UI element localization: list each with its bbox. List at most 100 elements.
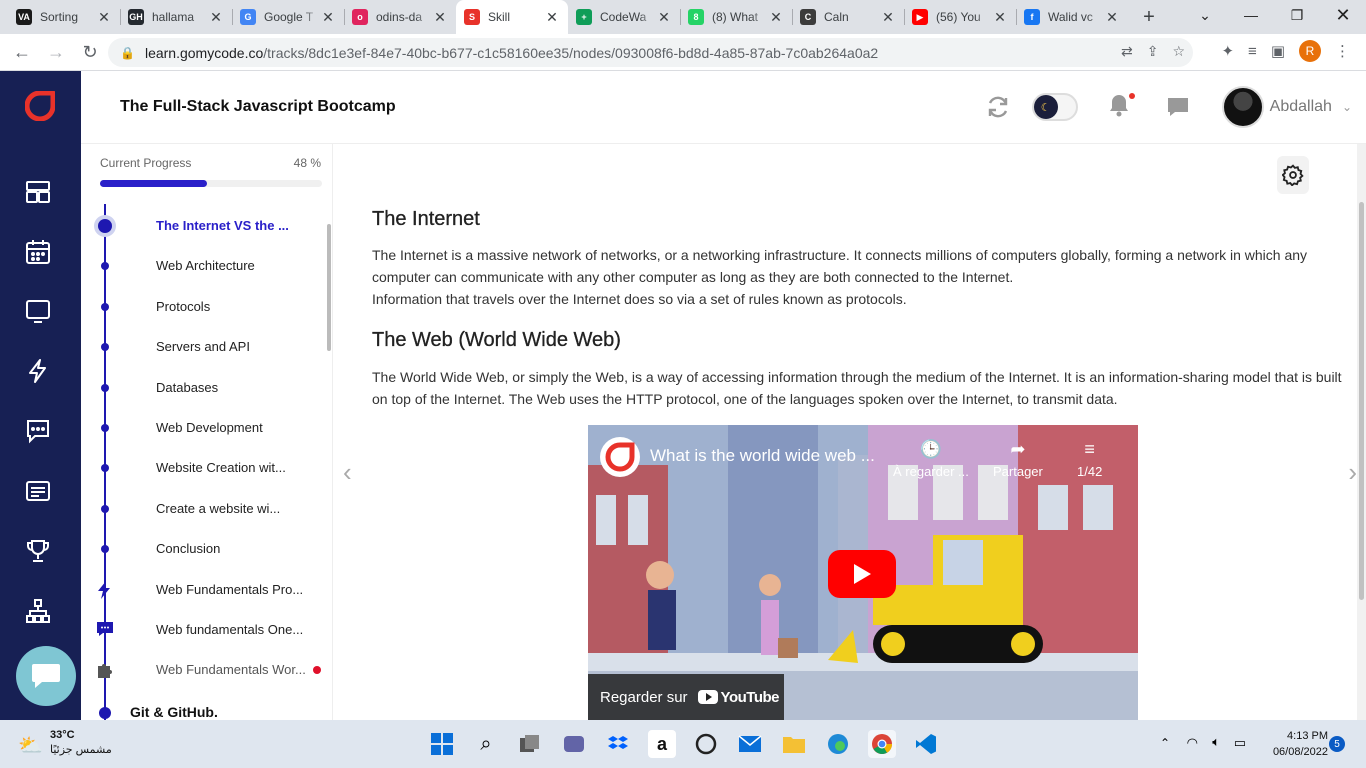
browser-tab[interactable]: S Skill ✕ — [456, 0, 568, 34]
teams-chat-icon[interactable] — [560, 730, 588, 758]
side-panel-icon[interactable]: ▣ — [1271, 42, 1285, 60]
settings-button[interactable] — [1277, 156, 1309, 194]
tab-close-icon[interactable]: ✕ — [544, 9, 560, 26]
tab-close-icon[interactable]: ✕ — [96, 9, 112, 26]
search-icon[interactable]: ⌕ — [472, 730, 500, 758]
tab-search-icon[interactable]: ⌄ — [1182, 0, 1228, 30]
play-button[interactable] — [828, 550, 896, 598]
user-avatar[interactable] — [1221, 86, 1264, 128]
video-title[interactable]: What is the world wide web ... — [650, 446, 875, 466]
share-icon[interactable]: ⇪ — [1147, 43, 1159, 60]
chevron-down-icon[interactable]: ⌄ — [1342, 100, 1352, 114]
trophy-icon[interactable] — [24, 537, 52, 565]
tab-close-icon[interactable]: ✕ — [656, 9, 672, 26]
browser-tab[interactable]: VA Sorting ✕ — [8, 0, 120, 34]
chat-icon[interactable] — [24, 417, 52, 445]
user-name[interactable]: Abdallah — [1270, 98, 1332, 116]
gomycode-logo[interactable] — [25, 91, 55, 121]
chevron-up-icon[interactable]: ⌃ — [1160, 736, 1170, 750]
notification-badge[interactable]: 5 — [1329, 736, 1345, 752]
close-window-button[interactable]: ✕ — [1320, 0, 1366, 30]
dropbox-icon[interactable] — [604, 730, 632, 758]
tab-close-icon[interactable]: ✕ — [1104, 9, 1120, 26]
tab-close-icon[interactable]: ✕ — [880, 9, 896, 26]
browser-tab[interactable]: o odins-da ✕ — [344, 0, 456, 34]
battery-icon[interactable]: ▭ — [1234, 735, 1246, 751]
file-explorer-icon[interactable] — [780, 730, 808, 758]
weather-widget[interactable]: ⛅ 33°C مشمس جزئيًا — [18, 729, 112, 757]
lesson-item[interactable]: Protocols — [81, 287, 323, 327]
browser-tab[interactable]: 8 (8) What ✕ — [680, 0, 792, 34]
lesson-item[interactable]: The Internet VS the ... — [81, 206, 323, 246]
sidebar-scrollbar[interactable] — [327, 224, 331, 351]
lesson-item[interactable]: Servers and API — [81, 327, 323, 367]
amazon-icon[interactable]: a — [648, 730, 676, 758]
wifi-icon[interactable]: ◠ — [1187, 735, 1198, 751]
browser-tab[interactable]: + CodeWa ✕ — [568, 0, 680, 34]
playlist-button[interactable]: ≡ 1/42 — [1077, 439, 1102, 479]
lesson-item[interactable]: Web Architecture — [81, 246, 323, 286]
tab-close-icon[interactable]: ✕ — [992, 9, 1008, 26]
calendar-icon[interactable] — [24, 238, 52, 266]
menu-icon[interactable]: ⋮ — [1335, 42, 1350, 60]
next-arrow-icon[interactable]: › — [1348, 457, 1357, 488]
lesson-item[interactable]: Web Fundamentals Pro... — [81, 570, 323, 610]
translate-icon[interactable]: ⇄ — [1121, 43, 1133, 60]
section-git-github[interactable]: Git & GitHub. — [130, 704, 218, 720]
lesson-item[interactable]: Databases — [81, 368, 323, 408]
refresh-icon[interactable] — [986, 95, 1010, 119]
minimize-button[interactable]: — — [1228, 0, 1274, 30]
notifications-button[interactable] — [1108, 92, 1135, 122]
support-chat-button[interactable] — [16, 646, 76, 706]
lock-icon[interactable]: 🔒 — [120, 46, 135, 60]
watch-on-youtube-button[interactable]: Regarder sur YouTube — [588, 674, 784, 720]
maximize-button[interactable]: ❐ — [1274, 0, 1320, 30]
channel-logo[interactable] — [599, 436, 641, 478]
lesson-item[interactable]: Conclusion — [81, 529, 323, 569]
tab-close-icon[interactable]: ✕ — [208, 9, 224, 26]
profile-avatar[interactable]: R — [1299, 40, 1321, 62]
messages-icon[interactable] — [1166, 96, 1190, 118]
vscode-icon[interactable] — [912, 730, 940, 758]
hierarchy-icon[interactable] — [24, 597, 52, 625]
browser-tab[interactable]: GH hallama ✕ — [120, 0, 232, 34]
browser-tab[interactable]: G Google T ✕ — [232, 0, 344, 34]
task-view-icon[interactable] — [516, 730, 544, 758]
document-icon[interactable] — [24, 477, 52, 505]
new-tab-button[interactable]: + — [1134, 0, 1164, 34]
forward-button[interactable]: → — [40, 36, 72, 68]
app-circle-icon[interactable] — [692, 730, 720, 758]
dark-mode-toggle[interactable]: ☾ — [1031, 93, 1078, 121]
volume-icon[interactable]: 🔈︎ — [1212, 734, 1220, 750]
dashboard-icon[interactable] — [24, 178, 52, 206]
mail-icon[interactable] — [736, 730, 764, 758]
lesson-item[interactable]: Website Creation wit... — [81, 448, 323, 488]
tab-close-icon[interactable]: ✕ — [768, 9, 784, 26]
tab-close-icon[interactable]: ✕ — [432, 9, 448, 26]
browser-tab[interactable]: C Caln ✕ — [792, 0, 904, 34]
chrome-icon[interactable] — [868, 730, 896, 758]
watch-later-button[interactable]: 🕒 À regarder ... — [893, 439, 969, 479]
browser-tab[interactable]: ▶ (56) You ✕ — [904, 0, 1016, 34]
lesson-item[interactable]: Create a website wi... — [81, 489, 323, 529]
edge-icon[interactable] — [824, 730, 852, 758]
browser-tab[interactable]: f Walid vc ✕ — [1016, 0, 1128, 34]
back-button[interactable]: ← — [6, 36, 38, 68]
lightning-icon[interactable] — [24, 357, 52, 385]
tab-close-icon[interactable]: ✕ — [320, 9, 336, 26]
page-scrollbar[interactable] — [1357, 144, 1366, 720]
share-video-button[interactable]: ➦ Partager — [993, 439, 1043, 479]
lesson-item[interactable]: Web fundamentals One... — [81, 610, 323, 650]
laptop-icon[interactable] — [24, 297, 52, 325]
start-button[interactable] — [428, 730, 456, 758]
bookmark-star-icon[interactable]: ☆ — [1172, 43, 1185, 60]
lesson-item[interactable]: Web Fundamentals Wor... — [81, 650, 323, 690]
clock[interactable]: 4:13 PM 06/08/2022 — [1273, 728, 1328, 760]
reload-button[interactable]: ↻ — [74, 36, 106, 68]
youtube-video-embed[interactable]: What is the world wide web ... 🕒 À regar… — [588, 425, 1138, 720]
address-bar[interactable]: 🔒 learn.gomycode.co/tracks/8dc1e3ef-84e7… — [108, 38, 1193, 67]
scrollbar-thumb[interactable] — [1359, 202, 1364, 600]
previous-arrow-icon[interactable]: ‹ — [343, 457, 352, 488]
extensions-icon[interactable]: ✦ — [1221, 42, 1234, 60]
media-controls-icon[interactable]: ≡ — [1248, 43, 1257, 60]
